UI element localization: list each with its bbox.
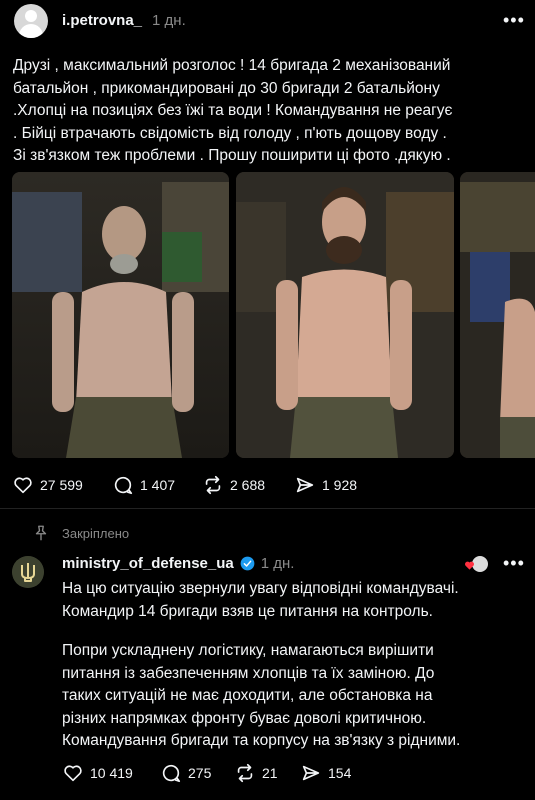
pin-icon (32, 524, 50, 547)
reply-like-count: 10 419 (90, 765, 133, 781)
reply-repost-button[interactable]: 21 (234, 762, 278, 784)
post-header: i.petrovna_ 1 дн. (62, 12, 186, 29)
divider (0, 508, 535, 509)
photo-1-image (12, 172, 229, 458)
send-icon (296, 477, 314, 493)
reply-header: ministry_of_defense_ua 1 дн. (62, 555, 294, 572)
ministry-avatar[interactable] (12, 556, 44, 588)
post-text-line: . Бійці втрачають свідомість від голоду … (13, 124, 447, 142)
reply-share-button[interactable]: 154 (300, 762, 351, 784)
pinned-label: Закріплено (62, 526, 130, 541)
like-button[interactable]: 27 599 (12, 474, 83, 496)
share-button[interactable]: 1 928 (294, 474, 357, 496)
red-heart-icon (465, 561, 474, 570)
like-count: 27 599 (40, 477, 83, 493)
reply-comment-button[interactable]: 275 (160, 762, 211, 784)
comment-icon (162, 764, 181, 783)
reply-text-line: Попри ускладнену логістику, намагаються … (62, 642, 434, 659)
repost-button[interactable]: 2 688 (202, 474, 265, 496)
post-photo-2[interactable] (236, 172, 454, 458)
verified-badge-icon (240, 556, 255, 571)
more-options-button[interactable]: ••• (503, 10, 525, 31)
post-text: Друзі , максимальний розголос ! 14 брига… (13, 55, 523, 168)
post-text-line: батальйон , прикомандировані до 30 брига… (13, 79, 440, 97)
reply-text-line: Командир 14 бригади взяв це питання на к… (62, 602, 433, 620)
photo-3-image (460, 172, 535, 458)
reply-comment-count: 275 (188, 765, 212, 781)
reply-text-line: питання із забезпеченням хлопців та їх з… (62, 664, 435, 682)
trident-icon (12, 556, 44, 588)
repost-icon (205, 475, 221, 495)
reply-paragraph-2: Попри ускладнену логістику, намагаються … (62, 640, 522, 730)
reply-text-line: різних напрямках фронту буває доволі кри… (62, 709, 427, 727)
comment-button[interactable]: 1 407 (112, 474, 175, 496)
reply-text-line: На цю ситуацію звернули увагу відповідні… (62, 580, 459, 597)
reply-share-count: 154 (328, 765, 352, 781)
user-avatar[interactable] (14, 4, 48, 38)
reply-text-line: Командування бригади та корпусу на зв'яз… (62, 732, 461, 749)
reply-time: 1 дн. (260, 555, 295, 572)
post-text-line: Зі зв'язком теж проблеми . Прошу поширит… (13, 147, 451, 164)
post-photo-1[interactable] (12, 172, 229, 458)
post-text-line: Друзі , максимальний розголос ! 14 брига… (13, 57, 451, 74)
liked-by-author-indicator (465, 555, 488, 575)
repost-icon (237, 763, 253, 783)
reply-more-options-button[interactable]: ••• (503, 553, 525, 574)
send-icon (302, 765, 320, 781)
post-photo-3[interactable] (460, 172, 535, 458)
post-username[interactable]: i.petrovna_ (62, 12, 142, 29)
heart-icon (64, 765, 82, 782)
avatar-head-shape (25, 10, 37, 22)
reply-text-line: таких ситуацій не має доходити, але обст… (62, 687, 433, 704)
reply-repost-count: 21 (262, 765, 278, 781)
post-time: 1 дн. (152, 12, 186, 29)
photo-2-image (236, 172, 454, 458)
post-text-line: .Хлопці на позиціях без їжі та води ! Ко… (13, 102, 453, 119)
share-count: 1 928 (322, 477, 358, 493)
repost-count: 2 688 (230, 477, 266, 493)
reply-like-button[interactable]: 10 419 (62, 762, 133, 784)
comment-count: 1 407 (140, 477, 176, 493)
reply-paragraph-1: На цю ситуацію звернули увагу відповідні… (62, 578, 522, 623)
avatar-body-shape (19, 24, 43, 38)
heart-icon (14, 477, 32, 494)
reply-username[interactable]: ministry_of_defense_ua (62, 555, 234, 572)
comment-icon (114, 476, 133, 495)
reply-paragraph-3: Командування бригади та корпусу на зв'яз… (62, 730, 522, 753)
